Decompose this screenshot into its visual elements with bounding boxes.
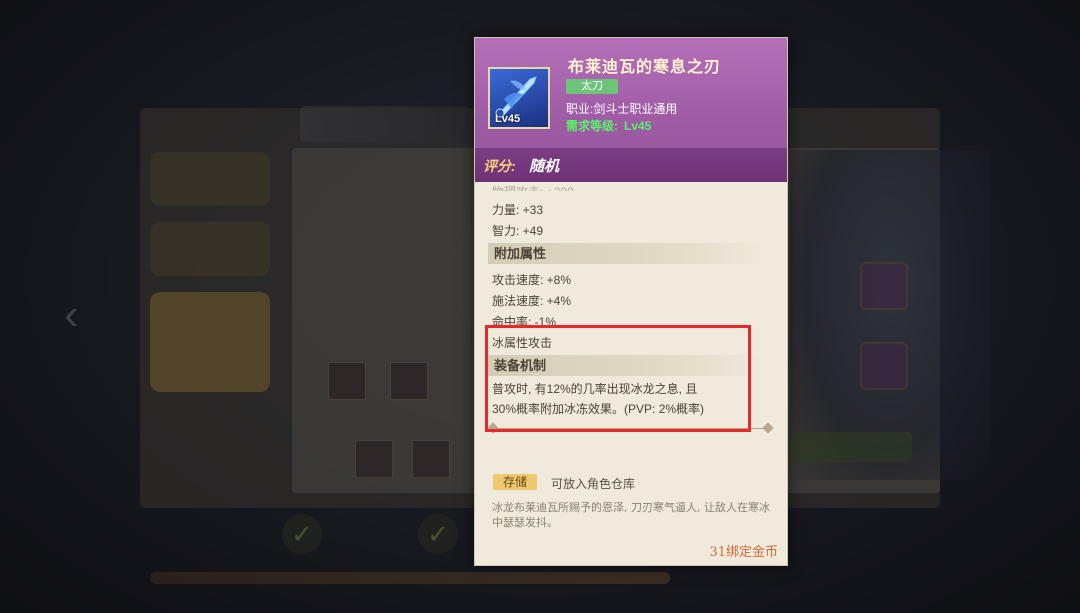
item-icon-frame: Lv45: [488, 67, 550, 129]
stat-strength: 力量: +33: [492, 203, 544, 217]
rating-value: 随机: [529, 157, 560, 175]
level-requirement-value: Lv45: [624, 119, 652, 133]
stat-attack-speed: 攻击速度: +8%: [492, 273, 572, 287]
level-requirement: 需求等级: Lv45: [566, 117, 651, 134]
rating-label: 评分:: [483, 158, 516, 174]
flavor-text: 冰龙布莱迪瓦所赐予的恩泽, 刀刃寒气逼人, 让敌人在寒冰中瑟瑟发抖。: [492, 501, 770, 529]
scrolled-stat-line: 物理攻击: +200: [492, 183, 574, 191]
stat-cast-speed: 施法速度: +4%: [492, 294, 572, 308]
rating-bar: 评分: 随机: [475, 148, 787, 182]
highlight-annotation-box: [485, 325, 751, 432]
storage-text: 可放入角色仓库: [551, 477, 636, 491]
tooltip-header: Lv45 布莱迪瓦的寒息之刃 太刀 职业:剑斗士职业通用 需求等级: Lv45 评…: [475, 38, 787, 182]
weapon-type-badge: 太刀: [566, 79, 618, 94]
class-requirement: 职业:剑斗士职业通用: [566, 102, 678, 116]
bonus-attributes-header: 附加属性: [488, 243, 762, 264]
item-tooltip: Lv45 布莱迪瓦的寒息之刃 太刀 职业:剑斗士职业通用 需求等级: Lv45 评…: [474, 37, 788, 566]
stat-intelligence: 智力: +49: [492, 224, 544, 238]
item-price: 31绑定金币: [709, 545, 778, 560]
divider-ornament: [762, 422, 774, 434]
item-name: 布莱迪瓦的寒息之刃: [568, 57, 722, 76]
level-requirement-label: 需求等级:: [566, 119, 618, 133]
item-icon-level: Lv45: [495, 113, 521, 125]
storage-badge: 存储: [493, 474, 537, 490]
